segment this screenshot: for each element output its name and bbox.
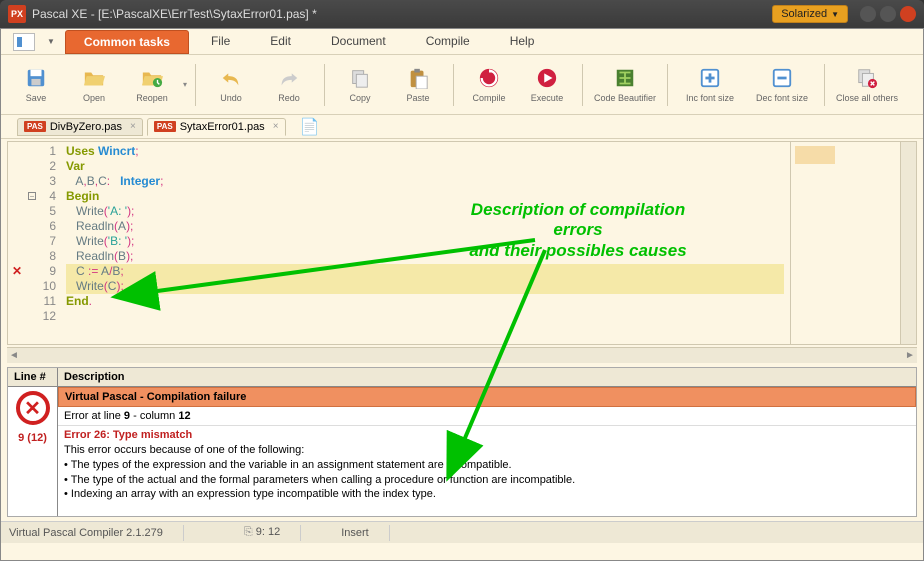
reopen-button[interactable]: Reopen: [125, 60, 179, 110]
menu-tab-file[interactable]: File: [193, 30, 248, 54]
error-location-row[interactable]: Error at line 9 - column 12: [58, 407, 916, 426]
inc-font-size-button[interactable]: Inc font size: [676, 60, 744, 110]
code-beautifier-button[interactable]: Code Beautifier: [591, 60, 659, 110]
error-panel: Line # ✕ 9 (12) Description Virtual Pasc…: [7, 367, 917, 517]
menu-tab-compile[interactable]: Compile: [408, 30, 488, 54]
titlebar: PX Pascal XE - [E:\PascalXE\ErrTest\Syta…: [0, 0, 924, 28]
save-button[interactable]: Save: [9, 60, 63, 110]
error-col-desc-header: Description: [58, 368, 916, 387]
plus-icon: [696, 66, 724, 90]
app-icon: PX: [8, 5, 26, 23]
execute-icon: [533, 66, 561, 90]
file-tab-divbyzero-pas[interactable]: PASDivByZero.pas×: [17, 118, 143, 136]
error-icon: ✕: [16, 391, 50, 425]
paste-icon: [404, 66, 432, 90]
menubar: ▼ Common tasksFileEditDocumentCompileHel…: [1, 29, 923, 55]
tab-close-icon[interactable]: ×: [130, 121, 136, 132]
save-icon: [22, 66, 50, 90]
line-gutter: 123−45678✕9101112: [24, 142, 60, 344]
minimize-icon[interactable]: [860, 6, 876, 22]
closeall-icon: [853, 66, 881, 90]
compilation-failure-row[interactable]: Virtual Pascal - Compilation failure: [58, 387, 916, 407]
open-icon: [80, 66, 108, 90]
maximize-icon[interactable]: [880, 6, 896, 22]
pas-badge-icon: PAS: [24, 121, 46, 132]
minimap[interactable]: [790, 142, 900, 344]
tab-close-icon[interactable]: ×: [273, 121, 279, 132]
menu-tab-edit[interactable]: Edit: [252, 30, 309, 54]
reopen-icon: [138, 66, 166, 90]
undo-button[interactable]: Undo: [204, 60, 258, 110]
close-all-others-button[interactable]: Close all others: [833, 60, 901, 110]
file-tabs-row: PASDivByZero.pas×PASSytaxError01.pas× 📄: [1, 115, 923, 139]
annotation-text: Description of compilation errors and th…: [448, 200, 708, 261]
redo-icon: [275, 66, 303, 90]
reopen-dropdown-icon[interactable]: ▾: [183, 80, 187, 89]
execute-button[interactable]: Execute: [520, 60, 574, 110]
error-col-line-header: Line #: [8, 368, 57, 387]
vertical-scrollbar[interactable]: [900, 142, 916, 344]
chevron-down-icon[interactable]: ▼: [47, 37, 55, 46]
menu-tab-help[interactable]: Help: [492, 30, 553, 54]
menu-tab-common-tasks[interactable]: Common tasks: [65, 30, 189, 54]
undo-icon: [217, 66, 245, 90]
toolbar: SaveOpenReopen ▾ UndoRedo CopyPaste CompileE…: [1, 55, 923, 115]
status-insert-mode: Insert: [341, 527, 369, 539]
theme-selector[interactable]: Solarized▼: [772, 5, 848, 23]
window-title: Pascal XE - [E:\PascalXE\ErrTest\SytaxEr…: [32, 7, 317, 21]
redo-button[interactable]: Redo: [262, 60, 316, 110]
status-cursor-pos: ⎘ 9: 12: [244, 526, 280, 539]
status-compiler: Virtual Pascal Compiler 2.1.279: [9, 527, 163, 539]
error-line-number: 9 (12): [8, 429, 57, 447]
copy-button[interactable]: Copy: [333, 60, 387, 110]
paste-button[interactable]: Paste: [391, 60, 445, 110]
horizontal-scrollbar[interactable]: ◄ ►: [7, 347, 917, 363]
beautifier-icon: [611, 66, 639, 90]
menu-tab-document[interactable]: Document: [313, 30, 404, 54]
copy-icon: [346, 66, 374, 90]
pas-badge-icon: PAS: [154, 121, 176, 132]
open-button[interactable]: Open: [67, 60, 121, 110]
minus-icon: [768, 66, 796, 90]
compile-icon: [475, 66, 503, 90]
statusbar: Virtual Pascal Compiler 2.1.279 ⎘ 9: 12 …: [1, 521, 923, 543]
panel-layout-button[interactable]: [13, 33, 35, 51]
error-detail[interactable]: Error 26: Type mismatch This error occur…: [58, 426, 916, 504]
compile-button[interactable]: Compile: [462, 60, 516, 110]
dec-font-size-button[interactable]: Dec font size: [748, 60, 816, 110]
new-tab-icon[interactable]: 📄: [300, 117, 320, 137]
close-icon[interactable]: [900, 6, 916, 22]
file-tab-sytaxerror01-pas[interactable]: PASSytaxError01.pas×: [147, 118, 286, 136]
